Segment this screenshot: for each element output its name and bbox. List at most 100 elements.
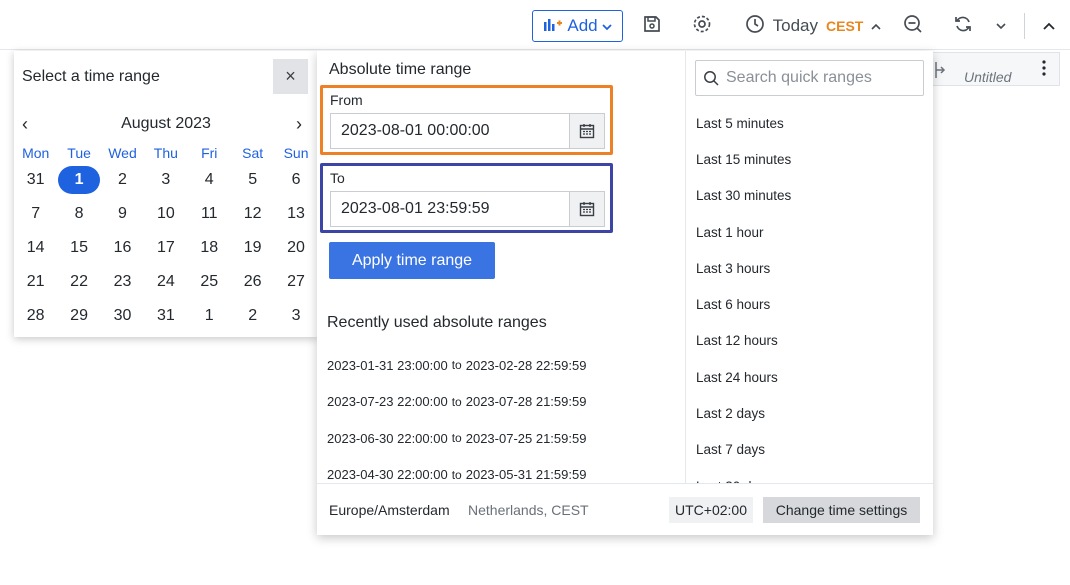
quick-range-item[interactable]: Last 12 hours [696,323,921,359]
quick-ranges-search[interactable] [695,60,924,96]
apply-time-range-button[interactable]: Apply time range [329,242,495,279]
range-start: 2023-01-31 23:00:00 [327,357,448,373]
zoom-out-button[interactable] [897,10,929,42]
quick-range-item[interactable]: Last 5 minutes [696,105,921,141]
calendar-day[interactable]: 7 [14,197,57,231]
calendar-day-number: 31 [26,171,45,188]
calendar-day[interactable]: 27 [274,265,317,299]
refresh-button[interactable] [947,10,979,42]
quick-range-item[interactable]: Last 15 minutes [696,141,921,177]
calendar-day[interactable]: 8 [57,197,100,231]
calendar-day[interactable]: 15 [57,231,100,265]
calendar-day[interactable]: 1 [57,163,101,197]
calendar-day[interactable]: 25 [188,265,231,299]
calendar-day[interactable]: 29 [57,299,100,333]
add-button[interactable]: Add [532,10,623,42]
refresh-icon [953,14,973,39]
calendar-day[interactable]: 11 [188,197,231,231]
calendar-day[interactable]: 1 [188,299,231,333]
calendar-title: Select a time range [22,68,160,85]
calendar-day[interactable]: 13 [274,197,317,231]
quick-range-item[interactable]: Last 1 hour [696,214,921,250]
calendar-day[interactable]: 28 [14,299,57,333]
calendar-day[interactable]: 14 [14,231,57,265]
next-month-button[interactable]: › [296,114,302,135]
refresh-interval-dropdown[interactable] [985,10,1017,42]
quick-range-item[interactable]: Last 24 hours [696,359,921,395]
calendar-day[interactable]: 17 [144,231,187,265]
drag-handle-icon[interactable] [933,61,947,84]
calendar-day[interactable]: 5 [231,163,274,197]
calendar-icon[interactable] [569,192,604,226]
calendar-day-number: 29 [70,307,88,324]
calendar-day-number: 9 [118,205,127,222]
calendar-day[interactable]: 24 [144,265,187,299]
range-start: 2023-07-23 22:00:00 [327,394,448,410]
time-range-picker[interactable]: Today CEST [738,10,888,42]
gear-icon [692,14,712,39]
range-end: 2023-07-25 21:59:59 [465,430,587,446]
search-quick-ranges-input[interactable] [726,69,916,87]
calendar-day[interactable]: 10 [144,197,187,231]
recent-range-item[interactable]: 2023-01-31 23:00:00 to 2023-02-28 22:59:59 [327,347,687,384]
calendar-day[interactable]: 3 [144,163,187,197]
quick-range-item[interactable]: Last 6 hours [696,286,921,322]
range-start: 2023-04-30 22:00:00 [327,467,448,483]
time-range-popover: Absolute time range From 2023-08-01 00:0… [317,51,933,535]
collapse-toolbar-button[interactable] [1033,10,1065,42]
calendar-day[interactable]: 21 [14,265,57,299]
calendar-day[interactable]: 2 [101,163,144,197]
timezone-country: Netherlands, CEST [468,502,589,518]
settings-button[interactable] [686,10,718,42]
search-icon [696,70,726,86]
calendar-day[interactable]: 9 [101,197,144,231]
calendar-day[interactable]: 16 [101,231,144,265]
weekday-label: Thu [153,145,178,161]
calendar-day-number: 13 [287,205,305,222]
range-separator: to [451,467,462,482]
save-button[interactable] [636,10,668,42]
calendar-day[interactable]: 31 [144,299,187,333]
calendar-day[interactable]: 26 [231,265,274,299]
to-input-value[interactable]: 2023-08-01 23:59:59 [331,192,569,226]
from-input-value[interactable]: 2023-08-01 00:00:00 [331,114,569,148]
calendar-icon[interactable] [569,114,604,148]
calendar-day[interactable]: 22 [57,265,100,299]
quick-range-item[interactable]: Last 7 days [696,432,921,468]
to-input[interactable]: 2023-08-01 23:59:59 [330,191,605,227]
range-end: 2023-07-28 21:59:59 [465,394,587,410]
calendar-day[interactable]: 30 [101,299,144,333]
calendar-day-number: 4 [204,171,214,188]
calendar-day[interactable]: 3 [274,299,317,333]
quick-range-item[interactable]: Last 2 days [696,395,921,431]
calendar-day-number: 20 [287,239,305,256]
calendar-day[interactable]: 19 [231,231,274,265]
calendar-day[interactable]: 23 [101,265,144,299]
calendar-day[interactable]: 6 [274,163,317,197]
save-icon [643,15,661,38]
recent-range-item[interactable]: 2023-06-30 22:00:00 to 2023-07-25 21:59:59 [327,420,687,457]
calendar-day[interactable]: 31 [14,163,57,197]
utc-offset-badge: UTC+02:00 [669,497,753,523]
recent-range-item[interactable]: 2023-07-23 22:00:00 to 2023-07-28 21:59:59 [327,384,687,421]
clock-icon [745,14,765,39]
calendar-day[interactable]: 18 [188,231,231,265]
quick-range-item[interactable]: Last 30 minutes [696,178,921,214]
close-calendar-button[interactable]: × [273,59,308,94]
more-vertical-icon[interactable] [1041,59,1047,82]
calendar-day-number: 3 [291,307,301,324]
calendar-day[interactable]: 2 [231,299,274,333]
calendar-day[interactable]: 20 [274,231,317,265]
calendar-day-number: 10 [156,205,175,222]
calendar-day-number: 14 [26,239,45,256]
to-field-group: To 2023-08-01 23:59:59 [320,163,613,233]
change-time-settings-button[interactable]: Change time settings [763,497,920,523]
quick-range-item[interactable]: Last 3 hours [696,250,921,286]
from-input[interactable]: 2023-08-01 00:00:00 [330,113,605,149]
calendar-day-number: 22 [70,273,88,290]
calendar-weeks: 31 1 2 3 4 5 6 7 8 9 10 11 12 13 14 15 16 17 18 19 20 21 22 23 2… [14,163,318,333]
zoom-out-icon [903,14,923,39]
quick-range-item[interactable]: Last 30 days [696,468,921,483]
calendar-day[interactable]: 12 [231,197,274,231]
calendar-day[interactable]: 4 [188,163,231,197]
